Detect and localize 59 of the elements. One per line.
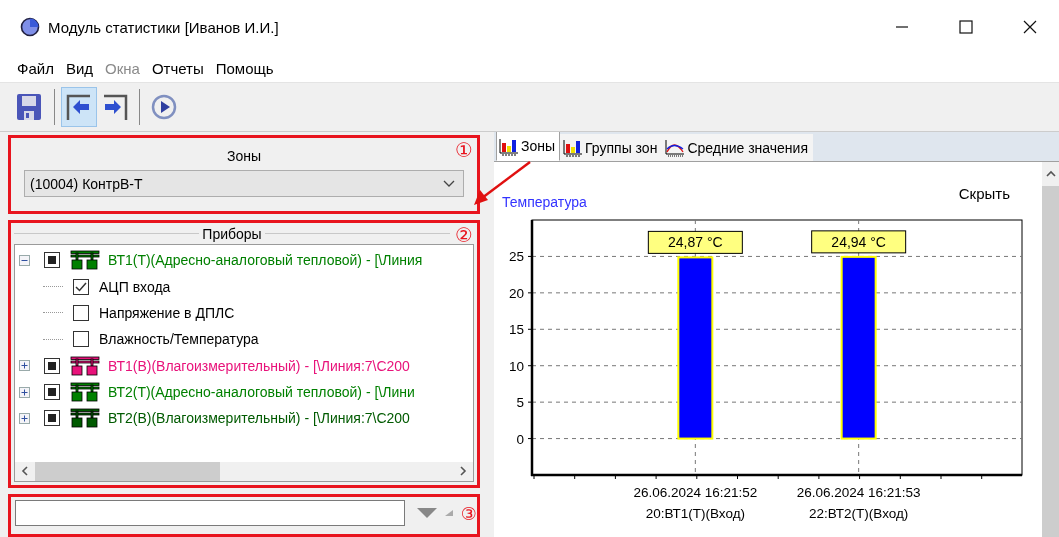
tab[interactable]: Средние значения	[662, 134, 813, 161]
device-label[interactable]: ВТ1(Т)(Адресно-аналоговый тепловой) - [\Линия	[108, 252, 423, 269]
menu-item[interactable]: Файл	[11, 59, 60, 77]
device-label[interactable]: ВТ2(В)(Влагоизмерительный) - [\Линия:7\С200	[108, 410, 410, 427]
partial-checkbox[interactable]	[44, 357, 60, 374]
menu-item[interactable]: Помощь	[209, 59, 280, 77]
zone-dropdown[interactable]: (10004) КонтрВ-Т	[24, 170, 464, 197]
expand-icon[interactable]	[19, 412, 30, 424]
section-title: Приборы	[201, 225, 263, 242]
chevron-down-icon	[443, 179, 455, 188]
y-tick-label: 0	[516, 431, 524, 447]
partial-checkbox[interactable]	[44, 410, 60, 427]
y-tick-label: 10	[508, 358, 524, 374]
close-icon[interactable]	[1023, 20, 1037, 34]
hide-link[interactable]: Скрыть	[958, 185, 1010, 202]
window-title: Модуль статистики [Иванов И.И.]	[48, 18, 280, 36]
value-label: 24,87 °C	[647, 230, 743, 254]
value-label: 24,94 °C	[811, 230, 907, 254]
menu-item[interactable]: Отчеты	[145, 59, 210, 77]
scroll-right-icon[interactable]	[459, 466, 467, 477]
expand-icon[interactable]	[19, 386, 30, 398]
channel-label[interactable]: Влажность/Температура	[99, 331, 259, 348]
y-tick-label: 20	[508, 285, 524, 301]
annotation-number: ②	[455, 223, 473, 246]
checkbox[interactable]	[73, 304, 89, 321]
device-label[interactable]: ВТ2(Т)(Адресно-аналоговый тепловой) - [\Лини	[108, 384, 415, 401]
chart-title: Температура	[502, 194, 587, 210]
maximize-icon[interactable]	[959, 20, 973, 34]
tab[interactable]: Группы зон	[560, 134, 663, 161]
y-tick-label: 25	[508, 249, 524, 265]
filter-field[interactable]	[15, 500, 405, 527]
tab[interactable]: Зоны	[496, 132, 561, 161]
menu-item[interactable]: Вид	[59, 59, 100, 77]
section-title: Зоны	[226, 148, 261, 164]
expand-icon[interactable]	[19, 360, 30, 372]
annotation-number: ③	[460, 502, 477, 525]
scroll-left-icon[interactable]	[21, 466, 29, 477]
collapse-icon[interactable]	[19, 254, 30, 266]
bar-chart-icon	[563, 138, 584, 157]
channel-label[interactable]: АЦП входа	[99, 278, 171, 295]
horizontal-scrollbar[interactable]	[15, 461, 473, 481]
back-button[interactable]	[61, 87, 97, 127]
triangle-down-icon[interactable]	[417, 508, 437, 519]
scroll-up-icon[interactable]	[1045, 170, 1056, 178]
vertical-scrollbar[interactable]	[1042, 162, 1059, 537]
app-icon	[20, 17, 40, 37]
annotation-number: ①	[455, 139, 473, 161]
bar-chart-icon	[499, 136, 519, 156]
device-label[interactable]: ВТ1(В)(Влагоизмерительный) - [\Линия:7\С200	[108, 357, 410, 374]
y-tick-label: 15	[508, 322, 524, 338]
checkbox[interactable]	[73, 331, 89, 348]
line-chart-icon	[665, 138, 686, 157]
channel-label[interactable]: Напряжение в ДПЛС	[99, 304, 235, 321]
checked-checkbox[interactable]	[73, 278, 89, 295]
partial-checkbox[interactable]	[44, 252, 60, 269]
x-tick-label: 26.06.2024 16:21:52 20:ВТ1(Т)(Вход)	[633, 485, 758, 521]
y-tick-label: 5	[516, 395, 524, 411]
partial-checkbox[interactable]	[44, 384, 60, 401]
x-tick-label: 26.06.2024 16:21:53 22:ВТ2(Т)(Вход)	[796, 485, 921, 521]
